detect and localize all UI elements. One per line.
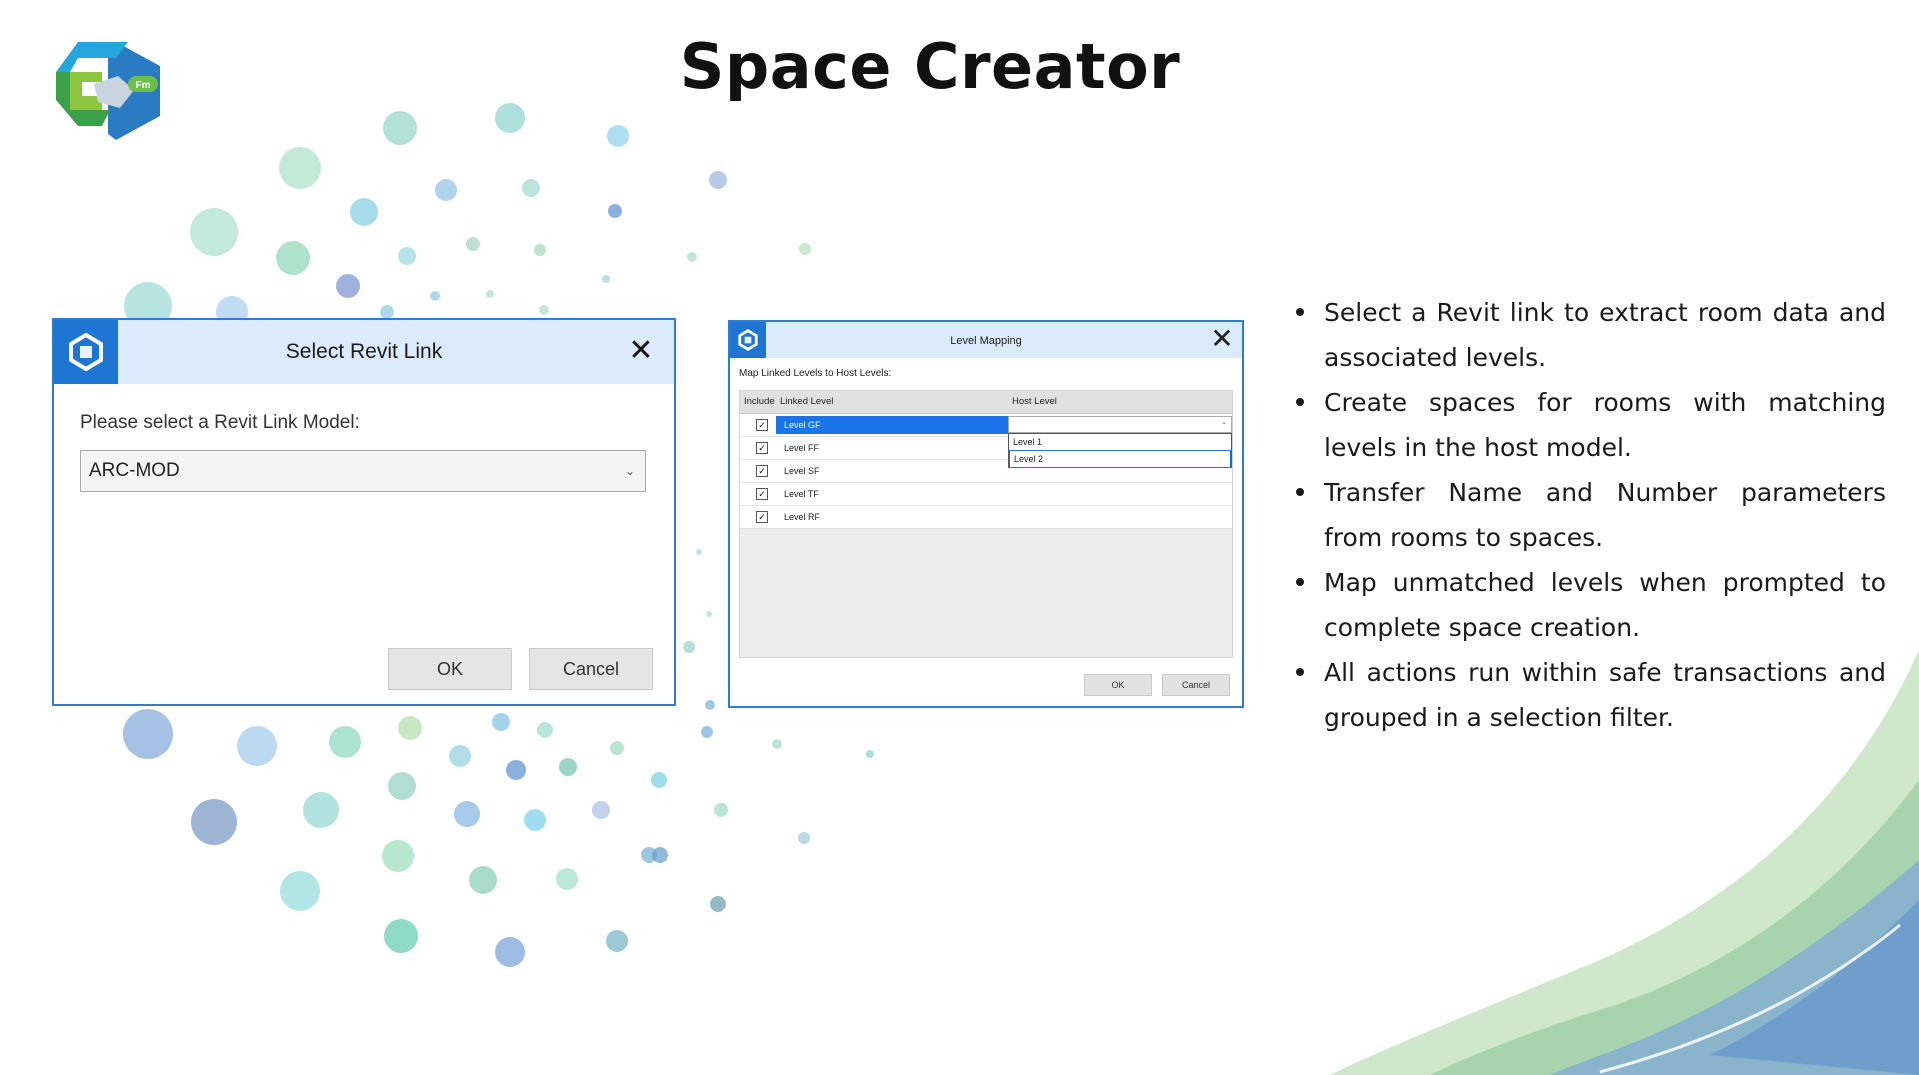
dialog-title: Select Revit Link (285, 340, 443, 363)
linked-level-cell: Level TF (784, 489, 819, 499)
list-item: Select a Revit link to extract room data… (1296, 290, 1886, 380)
close-icon[interactable]: ✕ (1206, 323, 1238, 355)
level-mapping-grid: Include Linked Level Host Level ✓ Level … (739, 390, 1233, 658)
checkmark-icon: ✓ (758, 443, 766, 453)
chevron-down-icon: ⌄ (1221, 419, 1227, 426)
linked-level-cell: Level GF (776, 416, 1020, 434)
checkmark-icon: ✓ (758, 489, 766, 499)
include-checkbox[interactable]: ✓ (756, 488, 768, 500)
dialog-titlebar: Level Mapping ✕ (730, 322, 1242, 358)
ok-button[interactable]: OK (388, 648, 512, 690)
page-title: Space Creator (679, 30, 1181, 103)
close-icon[interactable]: ✕ (624, 334, 658, 368)
table-row[interactable]: ✓ Level TF (740, 483, 1232, 506)
dialog-title: Level Mapping (950, 335, 1022, 347)
include-checkbox[interactable]: ✓ (756, 465, 768, 477)
column-header-include[interactable]: Include (744, 391, 775, 413)
linked-level-cell: Level SF (784, 466, 820, 476)
grid-header: Include Linked Level Host Level (740, 391, 1232, 414)
host-level-option[interactable]: Level 2 (1009, 450, 1231, 468)
include-checkbox[interactable]: ✓ (756, 442, 768, 454)
host-level-option[interactable]: Level 1 (1009, 434, 1231, 450)
ok-button[interactable]: OK (1084, 674, 1152, 696)
revit-link-model-dropdown[interactable]: ARC-MOD ⌄ (80, 450, 646, 492)
list-item: Transfer Name and Number parameters from… (1296, 470, 1886, 560)
model-select-label: Please select a Revit Link Model: (80, 412, 360, 433)
revit-addin-icon (54, 320, 118, 384)
column-header-host-level[interactable]: Host Level (1012, 391, 1057, 413)
list-item: Create spaces for rooms with matching le… (1296, 380, 1886, 470)
level-mapping-dialog: Level Mapping ✕ Map Linked Levels to Hos… (728, 320, 1244, 708)
checkmark-icon: ✓ (758, 466, 766, 476)
checkmark-icon: ✓ (758, 512, 766, 522)
dropdown-selected-value: ARC-MOD (89, 460, 180, 481)
dialog-titlebar: Select Revit Link ✕ (54, 320, 674, 384)
host-level-dropdown[interactable]: ⌄ (1008, 416, 1232, 433)
list-item: All actions run within safe transactions… (1296, 650, 1886, 740)
cancel-button[interactable]: Cancel (1162, 674, 1230, 696)
feature-list: Select a Revit link to extract room data… (1296, 290, 1886, 740)
checkmark-icon: ✓ (758, 420, 766, 430)
chevron-down-icon: ⌄ (624, 464, 635, 478)
column-header-linked-level[interactable]: Linked Level (780, 391, 833, 413)
cancel-button[interactable]: Cancel (529, 648, 653, 690)
include-checkbox[interactable]: ✓ (756, 511, 768, 523)
list-item: Map unmatched levels when prompted to co… (1296, 560, 1886, 650)
linked-level-cell: Level FF (784, 443, 820, 453)
host-level-options-list: Level 1 Level 2 (1008, 433, 1232, 468)
linked-level-cell: Level RF (784, 512, 821, 522)
select-revit-link-dialog: Select Revit Link ✕ Please select a Revi… (52, 318, 676, 706)
table-row[interactable]: ✓ Level RF (740, 506, 1232, 529)
include-checkbox[interactable]: ✓ (756, 419, 768, 431)
revit-addin-icon (730, 322, 766, 358)
mapping-instruction: Map Linked Levels to Host Levels: (739, 368, 892, 379)
